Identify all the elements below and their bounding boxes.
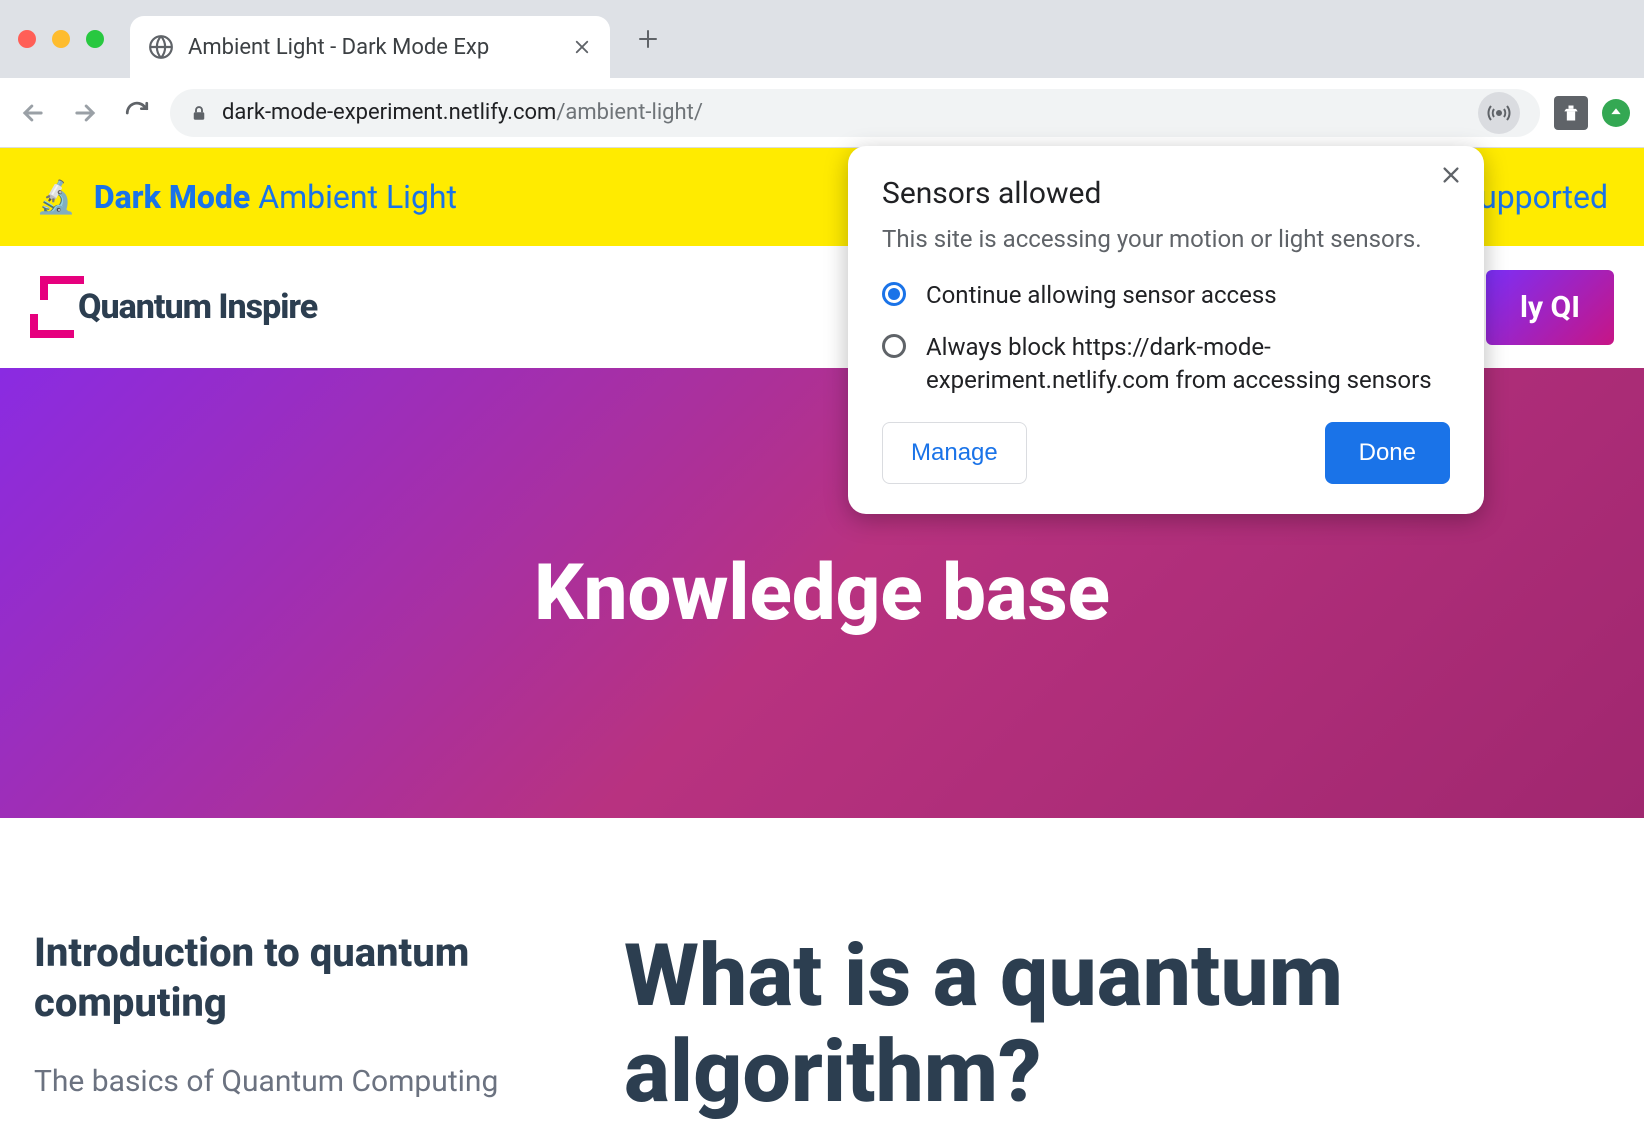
url-text: dark-mode-experiment.netlify.com/ambient… [222, 100, 703, 125]
popover-title: Sensors allowed [882, 176, 1450, 211]
article-sidebar: Introduction to quantum computing The ba… [34, 928, 554, 1121]
profile-button[interactable] [1602, 99, 1630, 127]
done-button[interactable]: Done [1325, 422, 1450, 484]
banner-title-bold: Dark Mode [94, 178, 250, 216]
radio-allow[interactable] [882, 282, 906, 306]
forward-button[interactable] [66, 94, 104, 132]
article-main: What is a quantum algorithm? [624, 928, 1610, 1121]
manage-label: Manage [911, 439, 998, 466]
popover-option-block[interactable]: Always block https://dark-mode-experimen… [882, 331, 1450, 396]
radio-block[interactable] [882, 334, 906, 358]
my-qi-button[interactable]: ly QI [1486, 270, 1614, 345]
window-close-button[interactable] [18, 30, 36, 48]
logo-text: Quantum Inspire [78, 287, 317, 327]
globe-icon [148, 34, 174, 60]
window-minimize-button[interactable] [52, 30, 70, 48]
option-block-label: Always block https://dark-mode-experimen… [926, 331, 1450, 396]
microscope-icon: 🔬 [36, 178, 76, 216]
new-tab-button[interactable] [636, 27, 660, 51]
reload-button[interactable] [118, 94, 156, 132]
manage-button[interactable]: Manage [882, 422, 1027, 484]
banner-title-light: Ambient Light [258, 178, 457, 216]
tab-title: Ambient Light - Dark Mode Exp [188, 35, 558, 60]
extension-button[interactable] [1554, 96, 1588, 130]
browser-tab[interactable]: Ambient Light - Dark Mode Exp [130, 16, 610, 78]
sidebar-heading: Introduction to quantum computing [34, 928, 554, 1028]
option-allow-label: Continue allowing sensor access [926, 279, 1277, 311]
logo-mark [30, 276, 84, 338]
url-host: dark-mode-experiment.netlify.com [222, 100, 556, 125]
article-title: What is a quantum algorithm? [624, 928, 1610, 1121]
browser-toolbar: dark-mode-experiment.netlify.com/ambient… [0, 78, 1644, 148]
popover-actions: Manage Done [882, 422, 1450, 484]
article-section: Introduction to quantum computing The ba… [0, 818, 1644, 1121]
hero-title: Knowledge base [534, 548, 1110, 639]
popover-close-button[interactable] [1440, 164, 1462, 186]
back-button[interactable] [14, 94, 52, 132]
sensor-permission-popover: Sensors allowed This site is accessing y… [848, 146, 1484, 514]
done-label: Done [1359, 439, 1416, 466]
sensor-indicator-button[interactable] [1478, 92, 1520, 134]
site-logo[interactable]: Quantum Inspire [30, 276, 317, 338]
my-qi-label: ly QI [1520, 290, 1580, 325]
close-tab-button[interactable] [572, 37, 592, 57]
popover-option-allow[interactable]: Continue allowing sensor access [882, 279, 1450, 311]
address-bar[interactable]: dark-mode-experiment.netlify.com/ambient… [170, 89, 1540, 137]
window-controls [18, 30, 104, 48]
url-path: /ambient-light/ [556, 100, 703, 125]
window-fullscreen-button[interactable] [86, 30, 104, 48]
sidebar-link[interactable]: The basics of Quantum Computing [34, 1064, 554, 1099]
lock-icon [190, 103, 208, 123]
browser-tab-strip: Ambient Light - Dark Mode Exp [0, 0, 1644, 78]
popover-description: This site is accessing your motion or li… [882, 225, 1450, 253]
arrow-up-icon [1609, 106, 1623, 120]
banner-right-text: upported [1479, 178, 1608, 216]
